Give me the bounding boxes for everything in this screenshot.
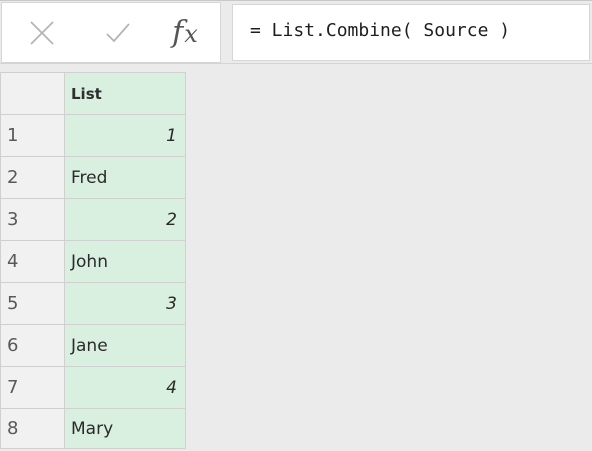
cancel-icon[interactable]	[22, 13, 62, 53]
formula-bar-tools: fx	[1, 2, 221, 63]
list-cell[interactable]: 3	[64, 282, 186, 325]
check-icon	[106, 23, 130, 43]
row-number[interactable]: 8	[0, 408, 65, 449]
list-cell[interactable]: Fred	[64, 156, 186, 199]
table-row: 32	[0, 198, 186, 241]
list-cell[interactable]: John	[64, 240, 186, 283]
data-grid: List 1 1 2 Fred 3 2 4 John 5 3 6 Jane 7 4 8 Mary	[0, 72, 186, 449]
insert-function-icon[interactable]: fx	[160, 13, 210, 53]
table-row: 53	[0, 282, 186, 325]
formula-bar: fx = List.Combine( Source )	[0, 0, 592, 64]
formula-input[interactable]: = List.Combine( Source )	[232, 4, 590, 61]
table-row: 11	[0, 114, 186, 157]
list-cell[interactable]: 1	[64, 114, 186, 157]
row-number[interactable]: 5	[0, 282, 65, 325]
x-icon	[30, 21, 54, 45]
list-cell[interactable]: Jane	[64, 324, 186, 367]
grid-body: 1 1 2 Fred 3 2 4 John 5 3 6 Jane 7 4 8 Mary	[0, 114, 186, 449]
row-number[interactable]: 4	[0, 240, 65, 283]
row-number[interactable]: 3	[0, 198, 65, 241]
row-number[interactable]: 7	[0, 366, 65, 409]
grid-corner[interactable]	[0, 72, 65, 115]
row-number[interactable]: 6	[0, 324, 65, 367]
table-row: 2 Fred	[0, 156, 186, 199]
table-row: 8 Mary	[0, 408, 186, 449]
fx-glyph: fx	[172, 15, 198, 50]
table-row: 6 Jane	[0, 324, 186, 367]
list-cell[interactable]: 2	[64, 198, 186, 241]
row-number[interactable]: 1	[0, 114, 65, 157]
list-cell[interactable]: Mary	[64, 408, 186, 449]
list-cell[interactable]: 4	[64, 366, 186, 409]
table-row: 74	[0, 366, 186, 409]
column-header-list[interactable]: List	[64, 72, 186, 115]
table-row: 4 John	[0, 240, 186, 283]
enter-icon[interactable]	[98, 13, 138, 53]
row-number[interactable]: 2	[0, 156, 65, 199]
